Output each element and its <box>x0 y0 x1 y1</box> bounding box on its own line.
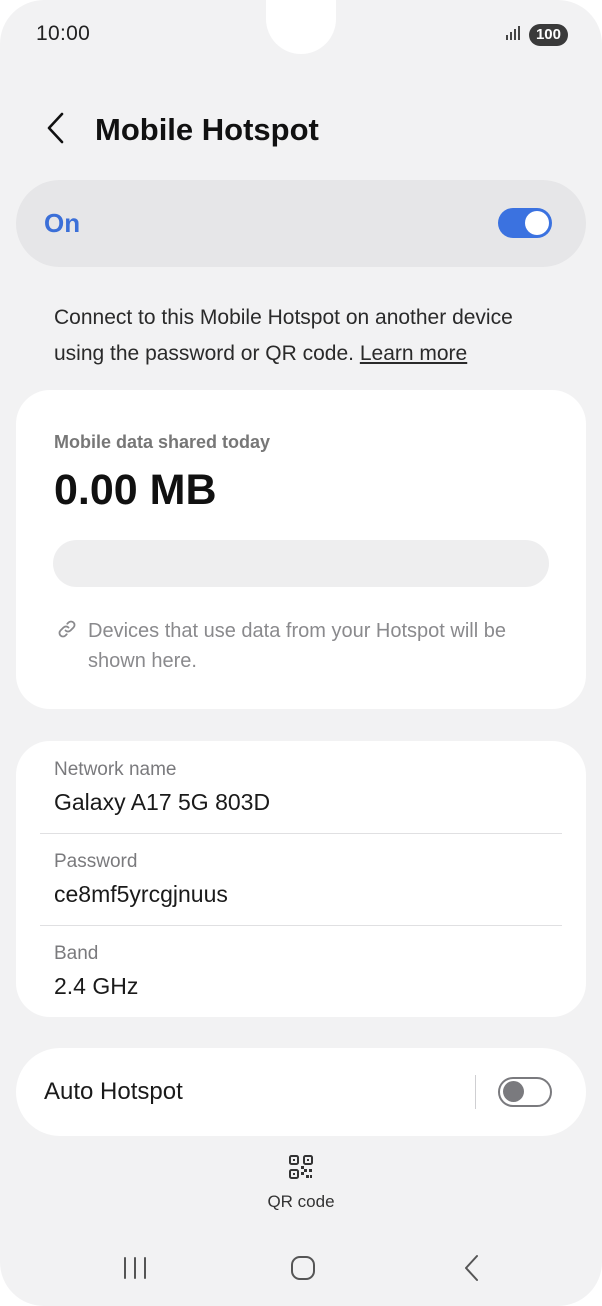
auto-hotspot-label: Auto Hotspot <box>44 1078 183 1105</box>
home-icon <box>289 1254 317 1287</box>
data-usage-card: Mobile data shared today 0.00 MB Devices… <box>16 390 586 709</box>
home-button[interactable] <box>273 1250 333 1290</box>
battery-indicator: 100 <box>528 24 568 46</box>
qr-code-label: QR code <box>267 1192 335 1211</box>
auto-hotspot-row[interactable]: Auto Hotspot <box>16 1048 586 1136</box>
status-time: 10:00 <box>36 22 91 45</box>
data-usage-label: Mobile data shared today <box>54 432 271 452</box>
band-label: Band <box>54 943 99 964</box>
band-value: 2.4 GHz <box>54 973 139 999</box>
back-icon <box>462 1254 482 1287</box>
chevron-left-icon <box>46 112 66 149</box>
band-row[interactable]: Band 2.4 GHz <box>16 925 586 1017</box>
password-label: Password <box>54 851 138 872</box>
app-header: Mobile Hotspot <box>0 100 602 160</box>
qr-code-button[interactable]: QR code <box>251 1150 351 1216</box>
network-name-value: Galaxy A17 5G 803D <box>54 789 271 815</box>
toggle-knob <box>525 211 549 235</box>
network-info-card: Network name Galaxy A17 5G 803D Password… <box>16 741 586 1017</box>
phone-screen: 10:00 100 Mobile Hotspot On Connect to t… <box>0 0 602 1306</box>
nav-back-button[interactable] <box>442 1250 502 1290</box>
learn-more-link[interactable]: Learn more <box>360 342 467 365</box>
password-row[interactable]: Password ce8mf5yrcgjnuus <box>16 833 586 925</box>
data-usage-bar <box>53 540 549 587</box>
qr-code-icon <box>288 1154 314 1180</box>
camera-notch <box>266 0 336 54</box>
devices-empty-text: Devices that use data from your Hotspot … <box>88 620 506 672</box>
toggle-knob <box>503 1081 524 1102</box>
auto-hotspot-toggle[interactable] <box>498 1077 552 1107</box>
recents-icon <box>121 1256 149 1285</box>
password-value: ce8mf5yrcgjnuus <box>54 881 228 907</box>
navigation-bar <box>0 1240 602 1300</box>
signal-icon <box>505 25 523 46</box>
data-usage-value: 0.00 MB <box>54 466 217 514</box>
link-icon <box>56 618 78 640</box>
vertical-separator <box>475 1075 476 1109</box>
back-button[interactable] <box>38 108 74 152</box>
hotspot-description: Connect to this Mobile Hotspot on anothe… <box>54 300 564 372</box>
status-bar: 10:00 100 <box>0 0 602 70</box>
network-name-row[interactable]: Network name Galaxy A17 5G 803D <box>16 741 586 833</box>
master-switch-label: On <box>44 208 81 238</box>
status-icons: 100 <box>505 24 568 46</box>
hotspot-master-switch[interactable]: On <box>16 180 586 267</box>
page-title: Mobile Hotspot <box>95 112 319 147</box>
recents-button[interactable] <box>105 1250 165 1290</box>
master-toggle[interactable] <box>498 208 552 238</box>
network-name-label: Network name <box>54 759 177 780</box>
